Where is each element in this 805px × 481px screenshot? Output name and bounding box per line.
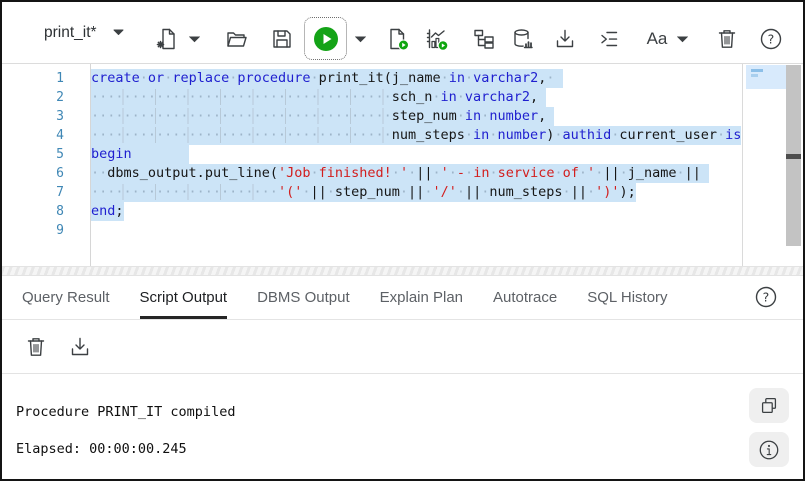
trash-icon	[718, 30, 736, 48]
database-icon	[514, 29, 533, 49]
download-button[interactable]	[551, 26, 579, 52]
tab-sql-history[interactable]: SQL History	[587, 276, 667, 319]
line-number: 2	[56, 90, 64, 105]
editor-scrollbar-thumb[interactable]	[786, 154, 801, 159]
format-button[interactable]	[595, 26, 623, 52]
line-number: 4	[56, 128, 64, 143]
chevron-down-icon	[188, 36, 200, 42]
tab-autotrace[interactable]: Autotrace	[493, 276, 557, 319]
code-editor[interactable]: 1 2 3 4 5 6 7 8 9 create·or·replace·procedure·pr…	[2, 64, 803, 266]
info-icon	[759, 440, 779, 459]
code-line[interactable]: end;	[91, 202, 741, 221]
output-toolbar	[2, 320, 803, 374]
worksheet-name: print_it*	[44, 23, 97, 41]
line-number: 6	[56, 166, 64, 181]
autotrace-button[interactable]	[423, 26, 451, 52]
run-script-button[interactable]	[384, 26, 412, 52]
script-output-panel: Procedure PRINT_IT compiled Elapsed: 00:…	[2, 374, 803, 479]
clear-output-button[interactable]	[22, 333, 50, 361]
results-help-button[interactable]: ?	[753, 284, 779, 310]
help-button[interactable]: ?	[757, 26, 785, 52]
minimap-text-mark	[751, 74, 758, 77]
data-loading-button[interactable]	[509, 26, 537, 52]
save-button[interactable]	[268, 26, 296, 52]
download-icon	[71, 337, 89, 356]
download-output-button[interactable]	[66, 333, 94, 361]
line-number: 1	[56, 71, 64, 86]
copy-icon	[761, 397, 777, 413]
code-line[interactable]: ·····································ste…	[91, 107, 741, 126]
line-number: 8	[56, 204, 64, 219]
line-number: 3	[56, 109, 64, 124]
new-worksheet-icon	[156, 28, 175, 50]
help-icon: ?	[755, 286, 777, 308]
line-number-gutter: 1 2 3 4 5 6 7 8 9	[2, 69, 64, 240]
format-icon	[601, 31, 618, 47]
trash-icon	[27, 338, 45, 356]
output-info-button[interactable]	[749, 432, 789, 467]
font-size-button[interactable]: Aa	[640, 26, 674, 52]
svg-text:?: ?	[768, 31, 775, 46]
editor-scrollbar[interactable]	[786, 65, 801, 246]
download-icon	[556, 29, 574, 48]
minimap[interactable]	[746, 65, 788, 89]
chevron-down-icon	[354, 36, 366, 42]
chevron-down-icon	[676, 36, 688, 42]
code-line[interactable]: ·····································sch…	[91, 88, 741, 107]
font-size-dropdown[interactable]	[676, 34, 688, 44]
run-icon	[313, 26, 338, 51]
panel-splitter[interactable]	[2, 266, 803, 276]
tab-script-output[interactable]: Script Output	[139, 276, 228, 319]
help-icon: ?	[760, 28, 782, 50]
right-margin-ruler	[742, 64, 743, 266]
run-statement-button[interactable]	[304, 17, 347, 60]
worksheet-toolbar: print_it* Aa ?	[2, 2, 803, 64]
code-line[interactable]: begin	[91, 145, 741, 164]
code-area[interactable]: create·or·replace·procedure·print_it(j_n…	[91, 69, 742, 240]
code-line[interactable]: ·······················'('·||·step_num·|…	[91, 183, 741, 202]
chevron-down-icon	[113, 29, 124, 35]
explain-plan-button[interactable]	[470, 26, 498, 52]
svg-text:?: ?	[763, 289, 770, 304]
run-script-icon	[390, 28, 409, 51]
line-number: 5	[56, 147, 64, 162]
open-folder-icon	[227, 32, 247, 47]
code-line[interactable]: ··dbms_output.put_line('Job·finished!·'·…	[91, 164, 741, 183]
tab-query-result[interactable]: Query Result	[22, 276, 110, 319]
code-line[interactable]: create·or·replace·procedure·print_it(j_n…	[91, 69, 741, 88]
font-size-label: Aa	[646, 29, 668, 48]
line-number: 7	[56, 185, 64, 200]
run-dropdown[interactable]	[354, 34, 366, 44]
output-elapsed: Elapsed: 00:00:00.245	[16, 441, 187, 457]
code-line[interactable]	[91, 221, 741, 240]
line-number: 9	[56, 223, 64, 238]
code-line[interactable]: ·····································num…	[91, 126, 742, 145]
new-worksheet-button[interactable]	[153, 26, 181, 52]
minimap-text-mark	[751, 69, 763, 72]
sql-worksheet-window: print_it* Aa ? 1 2 3 4 5 6 7 8 9 create·…	[0, 0, 805, 481]
tab-explain-plan[interactable]: Explain Plan	[380, 276, 463, 319]
new-worksheet-dropdown[interactable]	[188, 34, 200, 44]
explain-plan-icon	[474, 29, 494, 49]
copy-output-button[interactable]	[749, 388, 789, 423]
worksheet-selector[interactable]: print_it*	[38, 2, 130, 63]
tab-dbms-output[interactable]: DBMS Output	[257, 276, 350, 319]
save-icon	[273, 30, 291, 48]
open-file-button[interactable]	[223, 26, 251, 52]
output-message: Procedure PRINT_IT compiled	[16, 404, 236, 420]
clear-worksheet-button[interactable]	[713, 26, 741, 52]
results-tabbar: Query Result Script Output DBMS Output Expl…	[2, 276, 803, 320]
autotrace-chart-icon	[426, 29, 449, 51]
